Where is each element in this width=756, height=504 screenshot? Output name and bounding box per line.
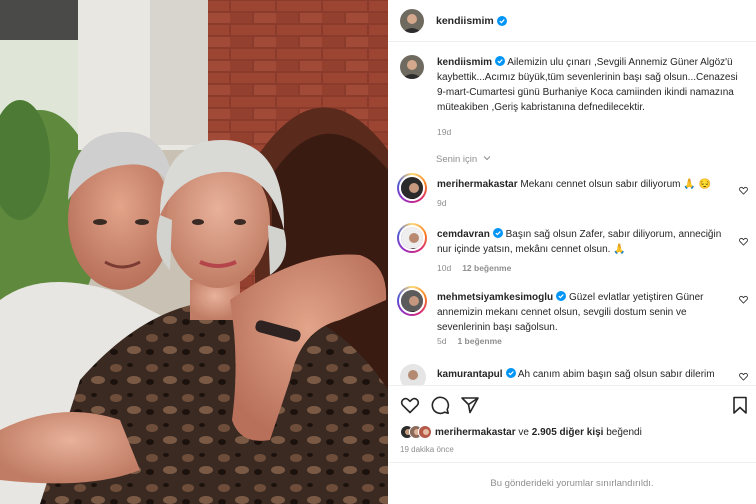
commenter-avatar[interactable]	[400, 364, 426, 385]
comment-meta: 10d 12 beğenme	[437, 263, 511, 273]
chevron-down-icon	[483, 156, 491, 161]
commenter-avatar[interactable]	[397, 173, 427, 203]
post-photo[interactable]	[0, 0, 388, 504]
comment-age[interactable]: 10d	[437, 263, 451, 273]
author-username[interactable]: kendiismim	[436, 15, 494, 27]
comment-age[interactable]: 5d	[437, 336, 446, 346]
for-you-label: Senin için	[436, 154, 478, 165]
comment-meta: 9d	[437, 198, 446, 208]
caption-text-block: kendiismim Ailemizin ulu çınarı ,Sevgili…	[437, 55, 740, 115]
comment-username[interactable]: merihermakastar	[437, 179, 518, 190]
comment-likes[interactable]: 12 beğenme	[462, 263, 511, 273]
for-you-filter[interactable]: Senin için	[436, 154, 491, 165]
comment-text: Ah canım abim başın sağ olsun sabır dile…	[517, 369, 715, 380]
comment-text-block: cemdavran Başın sağ olsun Zafer, sabır d…	[437, 227, 728, 257]
commenter-avatar[interactable]	[397, 286, 427, 316]
likes-text: merihermakastar ve 2.905 diğer kişi beğe…	[435, 427, 642, 438]
action-bar: merihermakastar ve 2.905 diğer kişi beğe…	[388, 385, 756, 461]
comment-likes[interactable]: 1 beğenme	[457, 336, 501, 346]
comment-text-block: kamurantapul Ah canım abim başın sağ ols…	[437, 367, 728, 382]
verified-badge-icon	[492, 228, 503, 238]
post-panel: kendiismim kendiismim Ailemizin ulu çına…	[388, 0, 756, 504]
heart-icon[interactable]	[400, 395, 420, 415]
comment-text-block: mehmetsiyamkesimoglu Güzel evlatlar yeti…	[437, 290, 728, 335]
caption-username[interactable]: kendiismim	[437, 57, 492, 68]
caption-age[interactable]: 19d	[437, 127, 451, 137]
comment-item: cemdavran Başın sağ olsun Zafer, sabır d…	[397, 223, 750, 278]
post-photo-illustration	[0, 0, 388, 504]
comment-text-block: merihermakastar Mekanı cennet olsun sabı…	[437, 177, 728, 192]
comment-item: mehmetsiyamkesimoglu Güzel evlatlar yeti…	[397, 286, 750, 347]
comment-username[interactable]: kamurantapul	[437, 369, 503, 380]
caption-avatar[interactable]	[400, 55, 424, 79]
comment-username[interactable]: mehmetsiyamkesimoglu	[437, 292, 553, 303]
verified-badge-icon	[556, 291, 567, 301]
comment-age[interactable]: 9d	[437, 198, 446, 208]
share-icon[interactable]	[460, 395, 480, 415]
comment-username[interactable]: cemdavran	[437, 229, 490, 240]
verified-badge-icon	[505, 368, 516, 378]
likes-joiner: ve	[518, 426, 529, 438]
verified-badge-icon	[496, 15, 507, 26]
comment-text: Mekanı cennet olsun sabır diliyorum 🙏 😔	[520, 179, 711, 190]
verified-badge-icon	[495, 56, 506, 66]
commenter-avatar[interactable]	[397, 223, 427, 253]
likes-suffix: beğendi	[606, 426, 642, 438]
comments-limited-notice: Bu gönderideki yorumlar sınırlandırıldı.	[388, 462, 756, 504]
heart-icon[interactable]	[739, 372, 748, 381]
bookmark-icon[interactable]	[730, 395, 750, 415]
liker-avatar	[418, 425, 432, 439]
liker-username[interactable]: merihermakastar	[435, 427, 516, 438]
comment-item: merihermakastar Mekanı cennet olsun sabı…	[397, 173, 750, 212]
author-avatar[interactable]	[400, 8, 424, 33]
likes-others[interactable]: 2.905 diğer kişi	[532, 427, 604, 438]
likes-summary[interactable]: merihermakastar ve 2.905 diğer kişi beğe…	[400, 425, 642, 439]
comment-icon[interactable]	[430, 395, 450, 415]
comment-meta: 5d 1 beğenme	[437, 336, 502, 346]
post-timestamp[interactable]: 19 dakika önce	[400, 445, 454, 454]
post-header: kendiismim	[388, 0, 756, 42]
comments-list[interactable]: kendiismim Ailemizin ulu çınarı ,Sevgili…	[388, 43, 756, 385]
comment-item: kamurantapul Ah canım abim başın sağ ols…	[400, 364, 750, 385]
heart-icon[interactable]	[739, 295, 748, 304]
heart-icon[interactable]	[739, 237, 748, 246]
heart-icon[interactable]	[739, 186, 748, 195]
